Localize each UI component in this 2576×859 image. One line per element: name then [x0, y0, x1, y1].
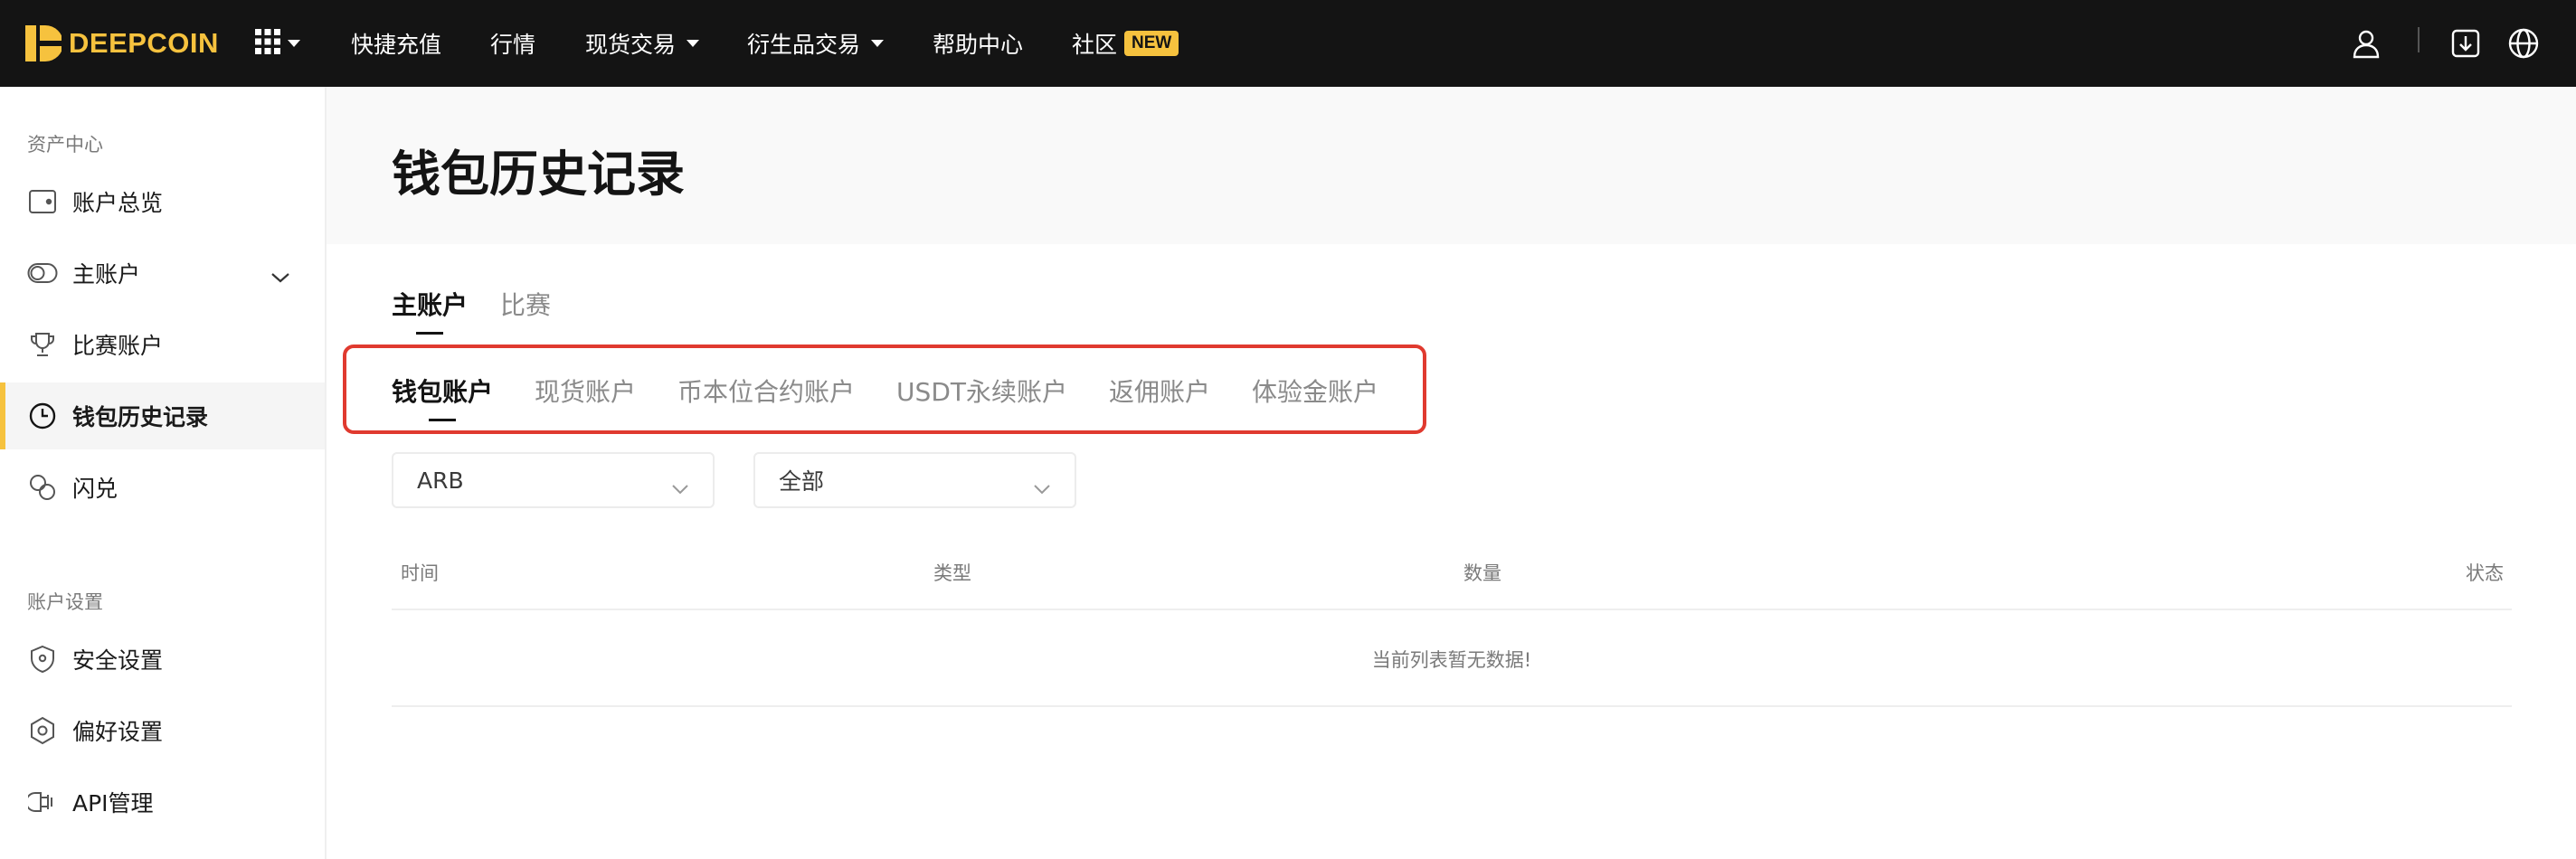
caret-down-icon — [687, 40, 700, 47]
chevron-down-icon — [1033, 474, 1051, 500]
account-tabs: 主账户 比赛 — [392, 286, 551, 335]
nav-label: 帮助中心 — [933, 32, 1024, 58]
download-icon[interactable] — [2440, 18, 2491, 69]
tab-main-account[interactable]: 主账户 — [392, 286, 468, 335]
table-header-divider — [392, 609, 2512, 610]
table-bottom-divider — [392, 705, 2512, 707]
column-header-amount: 数量 — [1463, 562, 1501, 584]
caret-down-icon — [871, 40, 885, 47]
nav-community[interactable]: 社区 NEW — [1072, 22, 1179, 65]
clock-icon — [27, 401, 58, 431]
page-header: 钱包历史记录 — [327, 87, 2576, 244]
nav-markets[interactable]: 行情 — [490, 22, 535, 65]
apps-menu-button[interactable] — [255, 25, 300, 61]
sidebar-item-account-overview[interactable]: 账户总览 — [0, 168, 325, 235]
deepcoin-logo[interactable]: DEEPCOIN — [25, 22, 219, 65]
sidebar-item-label: 钱包历史记录 — [72, 404, 209, 430]
sidebar-item-label: 安全设置 — [72, 647, 164, 674]
trophy-icon — [27, 329, 58, 360]
page-title: 钱包历史记录 — [392, 146, 685, 203]
tab-rebate-account[interactable]: 返佣账户 — [1109, 373, 1210, 421]
sidebar-section-account-settings: 账户设置 — [27, 591, 103, 613]
coin-select-value: ARB — [417, 467, 464, 494]
nav-label: 快捷充值 — [351, 32, 442, 58]
sidebar-item-label: 主账户 — [72, 261, 141, 288]
coin-select[interactable]: ARB — [392, 452, 715, 508]
api-icon — [27, 787, 58, 817]
grid-icon — [255, 29, 280, 58]
sidebar-item-flash-swap[interactable]: 闪兑 — [0, 454, 325, 521]
sidebar-item-preference-settings[interactable]: 偏好设置 — [0, 697, 325, 764]
sidebar-item-api-management[interactable]: API管理 — [0, 769, 325, 835]
nav-help-center[interactable]: 帮助中心 — [933, 22, 1023, 65]
chevron-down-icon[interactable] — [270, 263, 290, 289]
sidebar-item-label: 账户总览 — [72, 190, 164, 216]
toggle-icon — [27, 258, 58, 288]
brand-name: DEEPCOIN — [69, 27, 219, 59]
sidebar: 资产中心 账户总览 主账户 比赛账户 钱包历史记录 闪兑 账户设置 安全设置 偏… — [0, 87, 327, 859]
nav-label: 衍生品交易 — [747, 32, 861, 58]
wallet-icon — [27, 186, 58, 217]
empty-state-text: 当前列表暂无数据! — [1371, 649, 1532, 671]
tab-wallet-account[interactable]: 钱包账户 — [392, 373, 493, 421]
column-header-type: 类型 — [933, 562, 971, 584]
nav-label: 现货交易 — [585, 32, 677, 58]
type-select-value: 全部 — [779, 468, 825, 495]
new-badge: NEW — [1124, 31, 1179, 56]
nav-derivatives[interactable]: 衍生品交易 — [747, 22, 885, 65]
sidebar-item-security-settings[interactable]: 安全设置 — [0, 626, 325, 693]
shield-icon — [27, 644, 58, 675]
column-header-status: 状态 — [2466, 562, 2504, 584]
sidebar-item-label: API管理 — [72, 790, 154, 817]
sidebar-item-label: 比赛账户 — [72, 333, 164, 359]
column-header-time: 时间 — [401, 562, 439, 584]
deepcoin-logo-icon — [25, 25, 63, 61]
sidebar-section-asset-center: 资产中心 — [27, 134, 103, 156]
user-icon[interactable] — [2341, 18, 2391, 69]
nav-spot-trading[interactable]: 现货交易 — [585, 22, 700, 65]
swap-icon — [27, 472, 58, 503]
globe-icon[interactable] — [2498, 18, 2549, 69]
sidebar-item-competition-account[interactable]: 比赛账户 — [0, 311, 325, 378]
tab-usdt-perpetual-account[interactable]: USDT永续账户 — [896, 373, 1067, 421]
nav-label: 社区 — [1072, 32, 1118, 58]
sidebar-item-main-account[interactable]: 主账户 — [0, 240, 325, 307]
hexagon-settings-icon — [27, 715, 58, 746]
chevron-down-icon — [671, 474, 689, 500]
tab-competition[interactable]: 比赛 — [500, 286, 551, 335]
sidebar-item-label: 偏好设置 — [72, 719, 164, 745]
sidebar-item-label: 闪兑 — [72, 476, 118, 502]
wallet-account-tabs: 钱包账户 现货账户 币本位合约账户 USDT永续账户 返佣账户 体验金账户 — [392, 373, 1378, 421]
tab-spot-account[interactable]: 现货账户 — [535, 373, 636, 421]
caret-down-icon — [288, 40, 300, 47]
nav-quick-deposit[interactable]: 快捷充值 — [351, 22, 441, 65]
type-select[interactable]: 全部 — [753, 452, 1076, 508]
top-navbar: DEEPCOIN 快捷充值 行情 现货交易 衍生品交易 帮助中心 社区 NEW — [0, 0, 2576, 87]
tab-trial-bonus-account[interactable]: 体验金账户 — [1252, 373, 1378, 421]
divider — [2418, 27, 2420, 52]
tab-coin-margined-futures-account[interactable]: 币本位合约账户 — [677, 373, 855, 421]
sidebar-item-wallet-history[interactable]: 钱包历史记录 — [0, 382, 325, 449]
nav-label: 行情 — [490, 32, 536, 58]
